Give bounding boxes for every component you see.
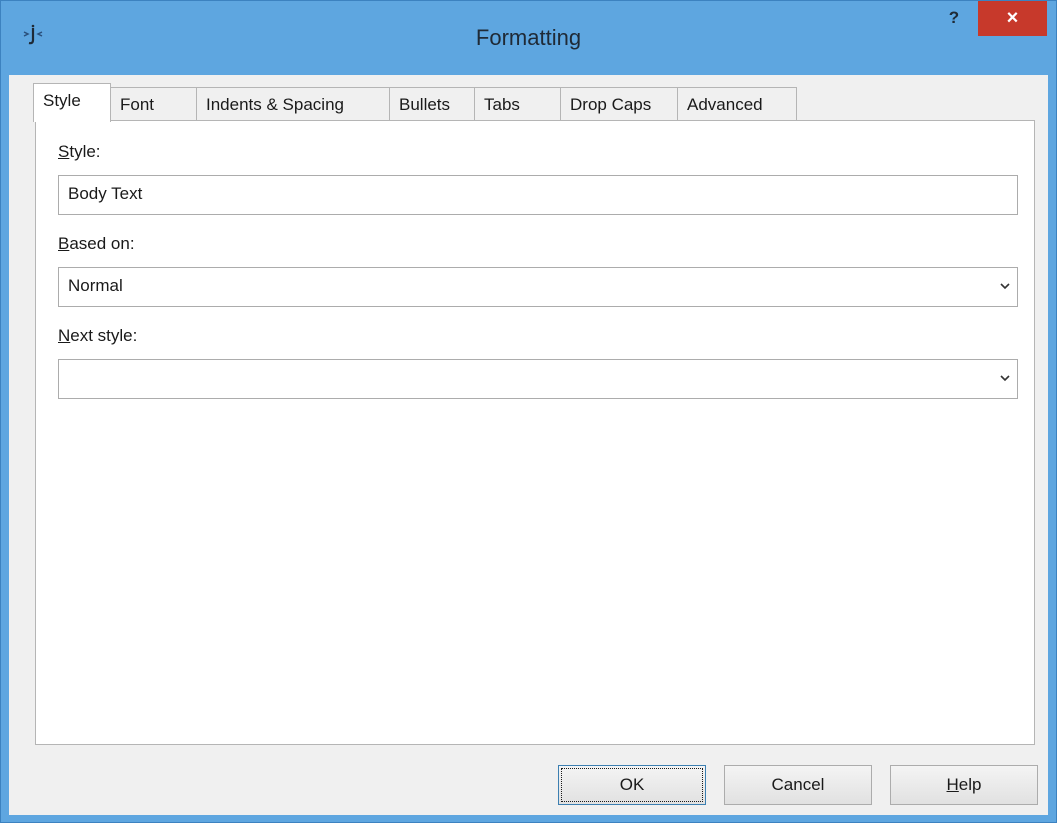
close-button[interactable]: × (978, 1, 1047, 36)
tab-advanced[interactable]: Advanced (677, 87, 797, 121)
style-name-input[interactable]: Body Text (58, 175, 1018, 215)
dialog-body: Style Font Indents & Spacing Bullets Tab… (9, 75, 1048, 815)
tab-tabs[interactable]: Tabs (474, 87, 561, 121)
tab-style[interactable]: Style (33, 83, 111, 122)
chevron-down-icon[interactable] (999, 280, 1011, 292)
based-on-label: Based on: (58, 234, 135, 253)
ok-button[interactable]: OK (558, 765, 706, 805)
based-on-select[interactable]: Normal (58, 267, 1018, 307)
next-style-label: Next style: (58, 326, 138, 345)
tab-bullets[interactable]: Bullets (389, 87, 475, 121)
title-bar[interactable]: Formatting ? × (1, 1, 1056, 75)
tab-font[interactable]: Font (110, 87, 197, 121)
style-label: Style: (58, 142, 101, 161)
help-button[interactable]: Help (890, 765, 1038, 805)
style-tab-panel: Style: Body Text Based on: Normal Next s… (35, 120, 1035, 745)
cancel-button[interactable]: Cancel (724, 765, 872, 805)
based-on-value: Normal (68, 276, 123, 295)
window-title: Formatting (475, 25, 582, 50)
formatting-dialog: Formatting ? × Style Font Indents & Spac… (0, 0, 1057, 823)
tab-indents-spacing[interactable]: Indents & Spacing (196, 87, 390, 121)
tab-drop-caps[interactable]: Drop Caps (560, 87, 678, 121)
chevron-down-icon[interactable] (999, 372, 1011, 384)
next-style-select[interactable] (58, 359, 1018, 399)
help-icon[interactable]: ? (939, 7, 969, 37)
